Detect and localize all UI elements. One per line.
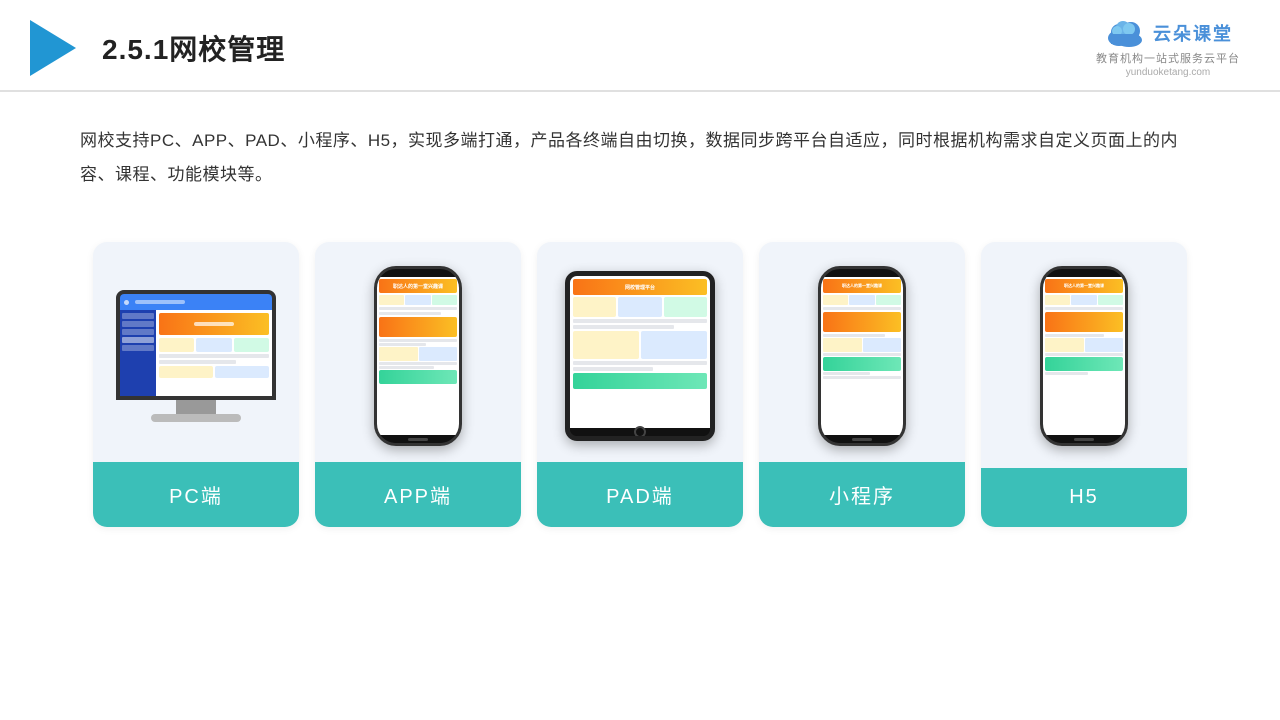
pad-tablet-frame: 网校管理平台 bbox=[565, 271, 715, 441]
app-phone-frame: 职达人的第一堂兴趣课 bbox=[374, 266, 462, 446]
device-card-miniprogram: 职达人的第一堂兴趣课 bbox=[759, 242, 965, 527]
brand-tagline: 教育机构一站式服务云平台 bbox=[1096, 50, 1240, 66]
device-card-pad: 网校管理平台 bbox=[537, 242, 743, 527]
monitor-stand bbox=[176, 400, 216, 414]
page-title: 2.5.1网校管理 bbox=[102, 28, 285, 68]
brand-logo: 云朵课堂 教育机构一站式服务云平台 yunduoketang.com bbox=[1096, 18, 1240, 78]
pad-image-area: 网校管理平台 bbox=[537, 242, 743, 462]
miniprogram-label: 小程序 bbox=[759, 462, 965, 527]
miniprogram-phone-frame: 职达人的第一堂兴趣课 bbox=[818, 266, 906, 446]
h5-label: H5 bbox=[981, 468, 1187, 527]
pc-image-area bbox=[93, 242, 299, 462]
miniprogram-image-area: 职达人的第一堂兴趣课 bbox=[759, 242, 965, 462]
device-card-h5: 职达人的第一堂兴趣课 bbox=[981, 242, 1187, 527]
description-content: 网校支持PC、APP、PAD、小程序、H5，实现多端打通，产品各终端自由切换，数… bbox=[80, 131, 1178, 184]
app-image-area: 职达人的第一堂兴趣课 bbox=[315, 242, 521, 462]
app-label: APP端 bbox=[315, 462, 521, 527]
header: 2.5.1网校管理 云朵课堂 教育机构一站式服务云平台 yunduoketang… bbox=[0, 0, 1280, 92]
device-card-app: 职达人的第一堂兴趣课 bbox=[315, 242, 521, 527]
description-text: 网校支持PC、APP、PAD、小程序、H5，实现多端打通，产品各终端自由切换，数… bbox=[0, 92, 1280, 202]
brand-url: yunduoketang.com bbox=[1126, 67, 1211, 78]
h5-image-area: 职达人的第一堂兴趣课 bbox=[981, 242, 1187, 462]
pc-label: PC端 bbox=[93, 462, 299, 527]
pc-monitor-icon bbox=[116, 290, 276, 422]
monitor-base bbox=[151, 414, 241, 422]
h5-phone-frame: 职达人的第一堂兴趣课 bbox=[1040, 266, 1128, 446]
pad-label: PAD端 bbox=[537, 462, 743, 527]
header-left: 2.5.1网校管理 bbox=[30, 20, 285, 76]
brand-name: 云朵课堂 bbox=[1153, 20, 1233, 46]
device-card-pc: PC端 bbox=[93, 242, 299, 527]
logo-triangle-icon bbox=[30, 20, 76, 76]
cloud-icon bbox=[1103, 18, 1147, 48]
device-cards-section: PC端 职达人的第一堂兴趣课 bbox=[0, 212, 1280, 557]
cloud-logo-container: 云朵课堂 bbox=[1103, 18, 1233, 48]
